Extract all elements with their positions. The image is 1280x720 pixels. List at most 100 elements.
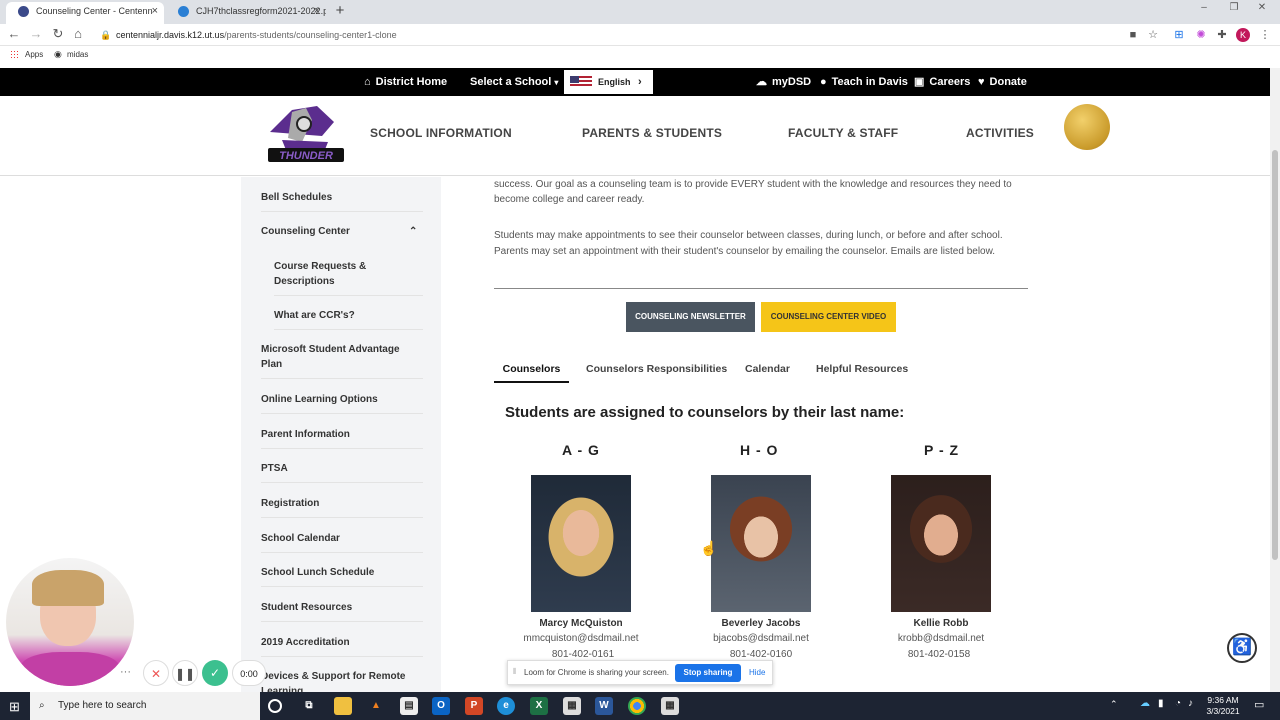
camera-icon[interactable]: ■	[1126, 28, 1140, 42]
chrome-icon[interactable]	[628, 697, 646, 715]
excel-icon[interactable]: X	[530, 697, 548, 715]
store-icon[interactable]: ▤	[400, 697, 418, 715]
app-icon[interactable]: ▦	[661, 697, 679, 715]
language-selector[interactable]: English ›	[564, 70, 653, 94]
sidebar-item-ccrs[interactable]: What are CCR's?	[274, 308, 423, 330]
counselor-email[interactable]: krobb@dsdmail.net	[861, 633, 1021, 644]
windows-extension-icon[interactable]: ⊞	[1172, 28, 1186, 42]
scrollbar-thumb[interactable]	[1272, 150, 1278, 560]
onedrive-icon[interactable]: ☁	[1140, 698, 1150, 709]
tab-calendar[interactable]: Calendar	[745, 363, 790, 375]
url-host: centennialjr.davis.k12.ut.us	[116, 30, 225, 40]
nav-activities[interactable]: ACTIVITIES	[966, 126, 1034, 140]
sidebar-item-student-resources[interactable]: Student Resources	[261, 600, 423, 622]
counseling-newsletter-button[interactable]: COUNSELING NEWSLETTER	[626, 302, 755, 332]
district-top-bar: ⌂ District Home Select a School ▾ English…	[0, 68, 1270, 96]
sidebar-item-course-requests[interactable]: Course Requests & Descriptions	[274, 259, 423, 296]
sidebar-item-devices-support[interactable]: Devices & Support for Remote Learning	[261, 669, 423, 693]
cortana-icon[interactable]	[268, 699, 282, 713]
powerpoint-icon[interactable]: P	[465, 697, 483, 715]
sidebar-item-ptsa[interactable]: PTSA	[261, 461, 423, 483]
profile-avatar[interactable]: K	[1236, 28, 1250, 42]
close-tab-icon[interactable]: ×	[152, 2, 158, 21]
site-favicon-icon	[18, 6, 29, 17]
tray-up-icon[interactable]: ⌃	[1110, 699, 1118, 710]
file-explorer-icon[interactable]	[334, 697, 352, 715]
loom-webcam-bubble[interactable]	[6, 558, 134, 686]
forward-icon[interactable]: →	[28, 26, 44, 41]
thunder-logo[interactable]: THUNDER	[262, 102, 348, 168]
sidebar: Bell Schedules Counseling Center ⌃ Cours…	[241, 177, 441, 693]
district-seal-icon[interactable]	[1064, 104, 1110, 150]
taskbar-clock[interactable]: 9:36 AM 3/3/2021	[1200, 695, 1246, 717]
bookmark-midas[interactable]: midas	[67, 50, 88, 59]
app-icon[interactable]: ▦	[563, 697, 581, 715]
back-icon[interactable]: ←	[6, 26, 22, 41]
close-tab-icon[interactable]: ×	[314, 2, 320, 21]
browser-tab-pdf[interactable]: CJH7thclassregform2021-2022.p ×	[166, 2, 326, 24]
stop-sharing-button[interactable]: Stop sharing	[675, 664, 741, 682]
word-icon[interactable]: W	[595, 697, 613, 715]
sidebar-item-bell-schedules[interactable]: Bell Schedules	[261, 190, 423, 212]
extension-color-icon[interactable]: ✺	[1194, 28, 1208, 42]
sidebar-item-parent-information[interactable]: Parent Information	[261, 427, 423, 449]
apps-grid-icon[interactable]	[10, 50, 19, 59]
loom-finish-icon[interactable]: ✓	[202, 660, 228, 686]
hide-share-bar-button[interactable]: Hide	[749, 668, 765, 677]
counseling-center-video-button[interactable]: COUNSELING CENTER VIDEO	[761, 302, 896, 332]
sidebar-item-online-learning[interactable]: Online Learning Options	[261, 392, 423, 414]
browser-tab-counseling[interactable]: Counseling Center - Centenn ×	[6, 2, 164, 24]
sidebar-item-accreditation[interactable]: 2019 Accreditation	[261, 635, 423, 657]
minimize-icon[interactable]: –	[1194, 2, 1214, 13]
window-close-icon[interactable]: ✕	[1252, 2, 1272, 13]
chrome-menu-icon[interactable]: ⋮	[1258, 28, 1272, 42]
new-tab-icon[interactable]: +	[333, 2, 347, 19]
pdf-favicon-icon	[178, 6, 189, 17]
outlook-icon[interactable]: O	[432, 697, 450, 715]
donate-link[interactable]: ♥ Donate	[978, 68, 1027, 96]
clock-date: 3/3/2021	[1206, 706, 1240, 716]
accessibility-icon[interactable]: ♿	[1227, 633, 1257, 663]
tab-counselors[interactable]: Counselors	[494, 363, 569, 383]
nav-school-information[interactable]: SCHOOL INFORMATION	[370, 126, 512, 140]
loom-pause-icon[interactable]: ❚❚	[172, 660, 198, 686]
loom-more-icon[interactable]: ···	[120, 666, 131, 678]
restore-icon[interactable]: ❐	[1224, 2, 1244, 13]
careers-link[interactable]: ▣ Careers	[914, 68, 970, 96]
loom-cancel-icon[interactable]: ✕	[143, 660, 169, 686]
teach-in-davis-link[interactable]: ● Teach in Davis	[820, 68, 908, 96]
sidebar-item-counseling-center[interactable]: Counseling Center ⌃	[261, 224, 423, 245]
edge-icon[interactable]: e	[497, 697, 515, 715]
taskbar-search-box[interactable]: ⌕ Type here to search	[30, 692, 260, 720]
mydsd-link[interactable]: ☁ myDSD	[756, 68, 811, 96]
windows-start-icon[interactable]: ⊞	[9, 699, 20, 715]
extensions-puzzle-icon[interactable]: ✚	[1215, 28, 1229, 42]
home-icon[interactable]: ⌂	[70, 26, 86, 41]
volume-icon[interactable]: ♪	[1188, 698, 1193, 709]
task-view-icon[interactable]: ⧉	[300, 697, 318, 715]
network-icon[interactable]: ◔	[1175, 698, 1181, 709]
drag-handle-icon[interactable]: ⦀	[513, 667, 517, 677]
sidebar-item-lunch-schedule[interactable]: School Lunch Schedule	[261, 565, 423, 587]
reload-icon[interactable]: ↻	[50, 26, 66, 42]
tab-counselors-responsibilities[interactable]: Counselors Responsibilities	[586, 363, 727, 375]
select-school-dropdown[interactable]: Select a School ▾	[470, 68, 558, 97]
tab-helpful-resources[interactable]: Helpful Resources	[816, 363, 908, 375]
bookmark-apps[interactable]: Apps	[25, 50, 43, 59]
sidebar-item-school-calendar[interactable]: School Calendar	[261, 531, 423, 553]
sidebar-item-microsoft-advantage[interactable]: Microsoft Student Advantage Plan	[261, 342, 423, 379]
url-field[interactable]: 🔒 centennialjr.davis.k12.ut.us/parents-s…	[94, 26, 1104, 44]
vlc-icon[interactable]: ▲	[367, 697, 385, 715]
nav-faculty-staff[interactable]: FACULTY & STAFF	[788, 126, 898, 140]
battery-icon[interactable]: ▮	[1158, 698, 1164, 709]
counselor-email[interactable]: bjacobs@dsdmail.net	[681, 633, 841, 644]
counselor-email[interactable]: mmcquiston@dsdmail.net	[501, 633, 661, 644]
page-scrollbar[interactable]	[1270, 68, 1280, 692]
notifications-icon[interactable]: ▭	[1254, 698, 1264, 711]
select-school-label: Select a School	[470, 76, 552, 88]
sidebar-item-registration[interactable]: Registration	[261, 496, 423, 518]
district-home-link[interactable]: ⌂ District Home	[364, 68, 447, 96]
bookmark-star-icon[interactable]: ☆	[1146, 28, 1160, 42]
chevron-up-icon[interactable]: ⌃	[409, 224, 417, 239]
nav-parents-students[interactable]: PARENTS & STUDENTS	[582, 126, 722, 140]
